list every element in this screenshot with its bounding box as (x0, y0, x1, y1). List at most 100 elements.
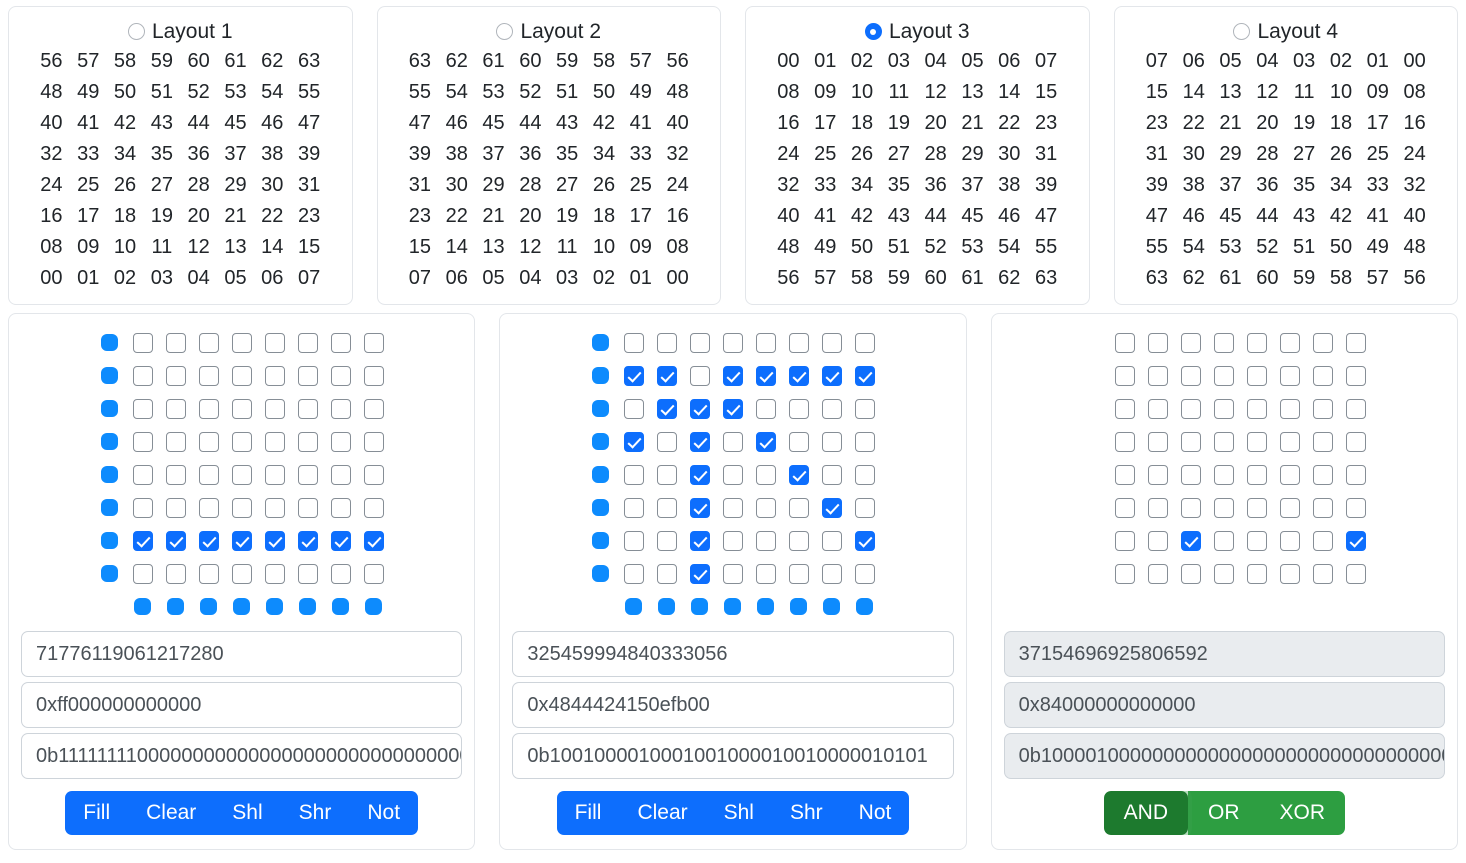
checkbox-unchecked-icon[interactable] (231, 464, 252, 485)
bit-cell[interactable] (258, 326, 291, 359)
checkbox-unchecked-icon[interactable] (165, 431, 186, 452)
fill-button[interactable]: Fill (65, 791, 129, 835)
checkbox-unchecked-icon[interactable] (264, 563, 285, 584)
checkbox-unchecked-icon[interactable] (623, 530, 644, 551)
checkbox-checked-icon[interactable] (722, 365, 743, 386)
checkbox-unchecked-icon[interactable] (854, 398, 875, 419)
checkbox-unchecked-icon[interactable] (198, 464, 219, 485)
row-select-dot[interactable] (592, 400, 610, 417)
column-select-dot[interactable] (332, 598, 350, 615)
checkbox-unchecked-icon[interactable] (132, 398, 153, 419)
bit-cell[interactable] (126, 359, 159, 392)
column-select-dot[interactable] (691, 598, 709, 615)
bit-cell[interactable] (716, 491, 749, 524)
bit-cell[interactable] (749, 458, 782, 491)
checkbox-unchecked-icon[interactable] (722, 530, 743, 551)
binary-value-field[interactable]: 0b11111111000000000000000000000000000000… (21, 733, 463, 779)
bit-cell[interactable] (650, 557, 683, 590)
bit-cell[interactable] (815, 557, 848, 590)
bit-cell[interactable] (126, 491, 159, 524)
bit-cell[interactable] (126, 557, 159, 590)
bit-cell[interactable] (782, 491, 815, 524)
column-select-dot[interactable] (625, 598, 643, 615)
checkbox-unchecked-icon[interactable] (656, 464, 677, 485)
checkbox-unchecked-icon[interactable] (330, 497, 351, 518)
bit-cell[interactable] (258, 557, 291, 590)
bit-cell[interactable] (324, 392, 357, 425)
checkbox-unchecked-icon[interactable] (231, 365, 252, 386)
column-select-cell[interactable] (258, 590, 291, 623)
bit-cell[interactable] (258, 425, 291, 458)
bit-cell[interactable] (225, 359, 258, 392)
checkbox-unchecked-icon[interactable] (788, 563, 809, 584)
column-select-dot[interactable] (365, 598, 383, 615)
checkbox-checked-icon[interactable] (330, 530, 351, 551)
checkbox-unchecked-icon[interactable] (623, 497, 644, 518)
checkbox-unchecked-icon[interactable] (722, 431, 743, 452)
bit-cell[interactable] (617, 425, 650, 458)
bit-cell[interactable] (650, 359, 683, 392)
bit-cell[interactable] (848, 458, 881, 491)
bit-cell[interactable] (782, 524, 815, 557)
column-select-dot[interactable] (233, 598, 251, 615)
bit-cell[interactable] (617, 359, 650, 392)
bit-cell[interactable] (683, 326, 716, 359)
column-select-cell[interactable] (749, 590, 782, 623)
bit-cell[interactable] (357, 458, 390, 491)
checkbox-unchecked-icon[interactable] (198, 563, 219, 584)
checkbox-unchecked-icon[interactable] (330, 464, 351, 485)
bit-cell[interactable] (716, 326, 749, 359)
bit-cell[interactable] (848, 392, 881, 425)
shr-button[interactable]: Shr (771, 791, 841, 835)
bit-cell[interactable] (683, 425, 716, 458)
checkbox-unchecked-icon[interactable] (198, 431, 219, 452)
bit-cell[interactable] (159, 359, 192, 392)
bit-cell[interactable] (258, 392, 291, 425)
checkbox-unchecked-icon[interactable] (231, 332, 252, 353)
checkbox-unchecked-icon[interactable] (264, 464, 285, 485)
checkbox-unchecked-icon[interactable] (165, 464, 186, 485)
bit-cell[interactable] (716, 359, 749, 392)
not-button[interactable]: Not (840, 791, 910, 835)
checkbox-unchecked-icon[interactable] (755, 464, 776, 485)
bit-cell[interactable] (749, 425, 782, 458)
checkbox-unchecked-icon[interactable] (330, 332, 351, 353)
bit-cell[interactable] (749, 359, 782, 392)
checkbox-unchecked-icon[interactable] (297, 398, 318, 419)
layout-option-4[interactable]: Layout 4 (1125, 21, 1448, 42)
checkbox-unchecked-icon[interactable] (854, 332, 875, 353)
bit-cell[interactable] (683, 491, 716, 524)
checkbox-unchecked-icon[interactable] (722, 464, 743, 485)
column-select-cell[interactable] (225, 590, 258, 623)
bit-cell[interactable] (815, 491, 848, 524)
bit-cell[interactable] (291, 359, 324, 392)
row-select-dot[interactable] (101, 367, 119, 384)
checkbox-unchecked-icon[interactable] (264, 497, 285, 518)
bit-cell[interactable] (357, 326, 390, 359)
bit-cell[interactable] (291, 458, 324, 491)
bit-cell[interactable] (324, 524, 357, 557)
checkbox-unchecked-icon[interactable] (689, 365, 710, 386)
layout-card-1[interactable]: Layout 1 56 57 58 59 60 61 62 63 48 49 50 51 52 53 54 55… (8, 6, 353, 305)
checkbox-unchecked-icon[interactable] (788, 332, 809, 353)
row-select-dot[interactable] (592, 367, 610, 384)
bit-cell[interactable] (324, 458, 357, 491)
row-select-cell[interactable] (93, 524, 126, 557)
shr-button[interactable]: Shr (280, 791, 350, 835)
column-select-cell[interactable] (324, 590, 357, 623)
bit-cell[interactable] (749, 392, 782, 425)
checkbox-unchecked-icon[interactable] (264, 431, 285, 452)
operation-button-xor[interactable]: XOR (1259, 791, 1345, 835)
row-select-cell[interactable] (584, 326, 617, 359)
checkbox-checked-icon[interactable] (264, 530, 285, 551)
checkbox-unchecked-icon[interactable] (330, 398, 351, 419)
checkbox-unchecked-icon[interactable] (231, 398, 252, 419)
bit-cell[interactable] (782, 557, 815, 590)
checkbox-unchecked-icon[interactable] (363, 563, 384, 584)
checkbox-unchecked-icon[interactable] (821, 563, 842, 584)
bit-cell[interactable] (617, 491, 650, 524)
checkbox-unchecked-icon[interactable] (821, 398, 842, 419)
bit-cell[interactable] (225, 491, 258, 524)
checkbox-unchecked-icon[interactable] (363, 464, 384, 485)
bit-cell[interactable] (782, 458, 815, 491)
